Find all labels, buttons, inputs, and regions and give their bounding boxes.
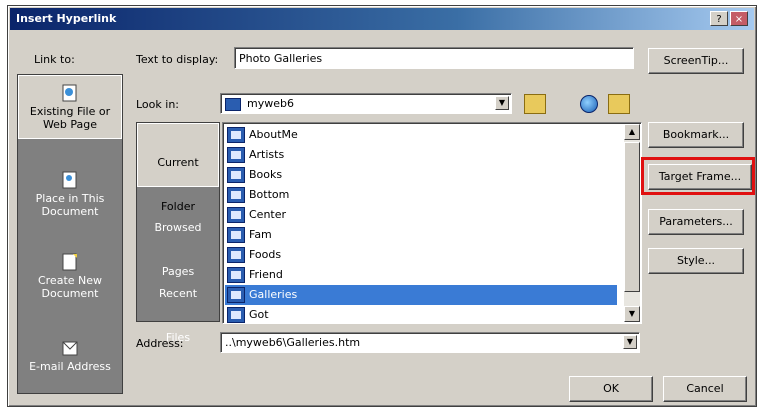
section-current-folder[interactable]: Current Folder xyxy=(137,123,219,213)
link-existing-file[interactable]: Existing File or Web Page xyxy=(18,75,122,139)
file-name: Books xyxy=(249,168,283,181)
list-item[interactable]: Fam xyxy=(225,225,617,245)
file-name: Galleries xyxy=(249,288,298,301)
target-frame-highlight xyxy=(641,157,755,195)
place-in-document-icon xyxy=(62,171,77,189)
up-one-folder-icon[interactable] xyxy=(524,94,546,114)
link-create-line2: Document xyxy=(41,287,99,300)
file-name: Fam xyxy=(249,228,272,241)
web-page-icon xyxy=(227,227,245,243)
file-name: Foods xyxy=(249,248,282,261)
style-button[interactable]: Style... xyxy=(648,248,744,274)
help-button[interactable]: ? xyxy=(710,11,728,26)
section-bar: Current Folder Browsed Pages Recent Files xyxy=(136,122,220,344)
vertical-scrollbar[interactable]: ▲ ▼ xyxy=(624,124,640,322)
list-item[interactable]: AboutMe xyxy=(225,125,617,145)
web-page-icon xyxy=(227,207,245,223)
cancel-button[interactable]: Cancel xyxy=(663,376,747,402)
create-new-document-icon xyxy=(62,253,77,271)
web-page-icon xyxy=(227,187,245,203)
web-page-icon xyxy=(227,267,245,283)
look-in-dropdown-arrow[interactable]: ▼ xyxy=(495,96,509,110)
web-page-icon xyxy=(227,287,245,303)
link-place-in-document[interactable]: Place in This Document xyxy=(18,163,122,227)
list-item[interactable]: Artists xyxy=(225,145,617,165)
file-name: Friend xyxy=(249,268,283,281)
section-browsed-pages[interactable]: Browsed Pages xyxy=(137,189,219,278)
list-item-selected[interactable]: Galleries xyxy=(225,285,617,305)
insert-hyperlink-dialog: Insert Hyperlink ? × Link to: Existing F… xyxy=(7,5,757,407)
web-page-icon xyxy=(227,167,245,183)
list-item[interactable]: Bottom xyxy=(225,185,617,205)
bookmark-button[interactable]: Bookmark... xyxy=(648,122,744,148)
file-list[interactable]: AboutMe Artists Books Bottom Center Fam … xyxy=(222,122,642,324)
scroll-up-icon[interactable]: ▲ xyxy=(624,124,640,140)
title-bar-buttons: ? × xyxy=(710,11,748,26)
text-to-display-input[interactable] xyxy=(234,47,634,69)
address-label: Address: xyxy=(136,337,184,350)
scroll-thumb[interactable] xyxy=(624,142,640,292)
existing-file-icon xyxy=(62,84,77,102)
web-page-icon xyxy=(227,127,245,143)
web-page-icon xyxy=(227,247,245,263)
list-item[interactable]: Foods xyxy=(225,245,617,265)
address-dropdown-arrow[interactable]: ▼ xyxy=(623,335,637,349)
section-recent-line1: Recent xyxy=(158,287,198,300)
web-page-icon xyxy=(227,147,245,163)
link-email-address[interactable]: E-mail Address xyxy=(18,331,122,395)
web-folder-icon xyxy=(225,97,241,111)
list-item[interactable]: Books xyxy=(225,165,617,185)
section-current-line1: Current xyxy=(157,156,199,169)
link-existing-file-line1: Existing File or xyxy=(29,105,111,118)
title-bar[interactable]: Insert Hyperlink ? × xyxy=(10,8,754,30)
file-name: Got xyxy=(249,308,269,321)
scroll-down-icon[interactable]: ▼ xyxy=(624,306,640,322)
address-combo[interactable]: ..\myweb6\Galleries.htm ▼ xyxy=(220,332,640,353)
link-existing-file-line2: Web Page xyxy=(42,118,98,131)
file-name: AboutMe xyxy=(249,128,298,141)
file-name: Center xyxy=(249,208,287,221)
link-place-line1: Place in This xyxy=(35,192,105,205)
link-create-line1: Create New xyxy=(37,274,103,287)
link-email-line1: E-mail Address xyxy=(29,360,111,373)
link-create-new-document[interactable]: Create New Document xyxy=(18,245,122,309)
address-value: ..\myweb6\Galleries.htm xyxy=(225,336,361,349)
file-name: Artists xyxy=(249,148,285,161)
section-browsed-line1: Browsed xyxy=(154,221,202,234)
ok-button[interactable]: OK xyxy=(569,376,653,402)
email-address-icon xyxy=(62,341,78,356)
browse-file-icon[interactable] xyxy=(608,94,630,114)
screentip-button[interactable]: ScreenTip... xyxy=(648,48,744,74)
browse-web-icon[interactable] xyxy=(580,95,598,113)
list-item[interactable]: Center xyxy=(225,205,617,225)
list-item[interactable]: Got xyxy=(225,305,617,323)
file-name: Bottom xyxy=(249,188,290,201)
text-to-display-label: Text to display: xyxy=(136,53,219,66)
look-in-label: Look in: xyxy=(136,98,179,111)
web-page-icon xyxy=(227,307,245,323)
link-to-label: Link to: xyxy=(34,53,75,66)
link-to-bar: Existing File or Web Page Place in This … xyxy=(17,74,123,394)
look-in-value: myweb6 xyxy=(247,97,294,110)
section-recent-files[interactable]: Recent Files xyxy=(137,255,219,344)
close-button[interactable]: × xyxy=(730,11,748,26)
look-in-combo[interactable]: myweb6 ▼ xyxy=(220,93,512,114)
dialog-title: Insert Hyperlink xyxy=(16,12,117,25)
parameters-button[interactable]: Parameters... xyxy=(648,209,744,235)
link-place-line2: Document xyxy=(41,205,99,218)
list-item[interactable]: Friend xyxy=(225,265,617,285)
